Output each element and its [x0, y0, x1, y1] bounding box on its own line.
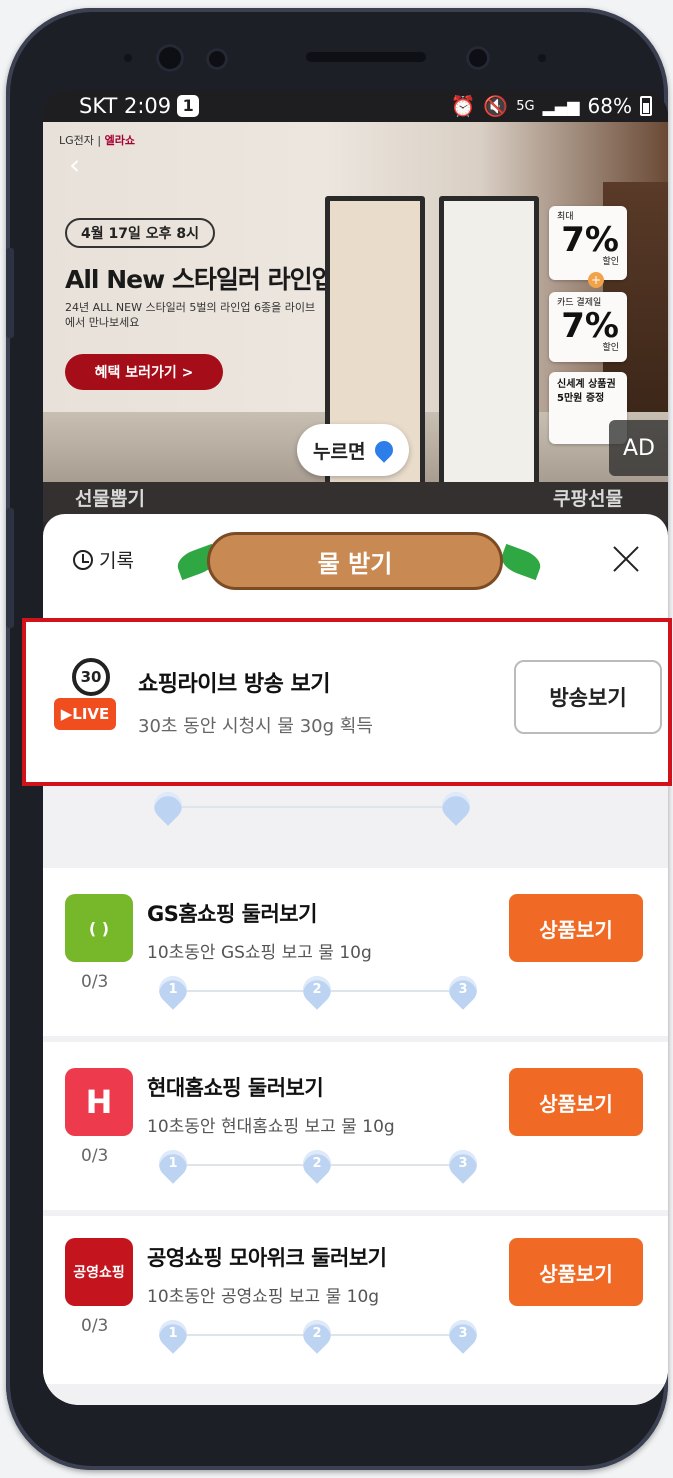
ad-brand: LG전자 | 엘라쇼: [59, 134, 135, 147]
progress-line: [166, 806, 446, 808]
status-bar: SKT 2:09 1 ⏰ 🔇 5G ▂▄▆ 68%: [43, 90, 668, 122]
clock-icon: [73, 549, 93, 570]
water-drop-icon: 2: [297, 970, 337, 1010]
earpiece: [306, 52, 426, 62]
water-drop-icon: 1: [153, 1314, 193, 1354]
bixby-button: [6, 508, 14, 628]
drop-label: 2: [312, 1156, 322, 1171]
drop-label: 3: [458, 982, 468, 997]
mission-title: GS홈쇼핑 둘러보기: [147, 902, 317, 926]
ad-label: AD: [609, 420, 668, 476]
volume-button: [6, 248, 14, 338]
press-label: 누르면: [313, 440, 366, 463]
progress-drops: 1 2 3: [153, 1314, 483, 1354]
tag2-value: 7%: [561, 306, 619, 346]
watch-broadcast-button[interactable]: 방송보기: [514, 660, 662, 734]
water-drop-icon: 1: [153, 1144, 193, 1184]
back-arrow-icon[interactable]: ‹: [69, 148, 80, 181]
notification-count: 1: [177, 95, 200, 117]
drop-label: 2: [312, 1326, 322, 1341]
water-drop-icon: [371, 437, 398, 463]
tag1-value: 7%: [561, 220, 619, 260]
water-drop-icon: 2: [297, 1144, 337, 1184]
title-log-banner: 물 받기: [171, 530, 544, 594]
sheet-title: 물 받기: [207, 532, 503, 590]
water-drop-icon: 1: [153, 970, 193, 1010]
ad-banner[interactable]: LG전자 | 엘라쇼 ‹ 4월 17일 오후 8시 All New 스타일러 라…: [43, 122, 668, 482]
view-products-button[interactable]: 상품보기: [509, 1238, 643, 1306]
gongyoung-shop-icon: 공영쇼핑: [65, 1238, 133, 1306]
ad-brand-lg: LG전자: [59, 134, 94, 147]
highlighted-mission-live: 30 ▶LIVE 쇼핑라이브 방송 보기 30초 동안 시청시 물 30g 획득…: [22, 618, 672, 786]
styler-image-white: [439, 196, 539, 482]
iris-scanner: [206, 48, 228, 70]
live-badge: ▶LIVE: [54, 698, 116, 730]
stopwatch-icon: 30: [72, 658, 110, 696]
water-drop-icon: [436, 786, 476, 826]
alarm-icon: ⏰: [450, 94, 476, 118]
drop-label: 3: [458, 1156, 468, 1171]
ad-subtitle: 24년 ALL NEW 스타일러 5벌의 라인업 6종을 라이브에서 만나보세요: [65, 301, 316, 329]
hyundai-shop-icon: H: [65, 1068, 133, 1136]
progress-count: 0/3: [81, 972, 109, 992]
water-drop-icon: [148, 786, 188, 826]
water-drop-icon: 3: [443, 1314, 483, 1354]
water-drop-icon: 2: [297, 1314, 337, 1354]
discount-tag-max: 최대 7% 할인: [549, 206, 627, 280]
plus-icon: +: [588, 272, 604, 288]
list-item: ( ) 0/3 GS홈쇼핑 둘러보기 10초동안 GS쇼핑 보고 물 10g 상…: [43, 868, 668, 1036]
list-item: H 0/3 현대홈쇼핑 둘러보기 10초동안 현대홈쇼핑 보고 물 10g 상품…: [43, 1042, 668, 1210]
drop-label: 3: [458, 1326, 468, 1341]
sheet-header: 기록 물 받기: [43, 514, 668, 610]
press-reward-button[interactable]: 누르면: [297, 424, 410, 476]
history-button[interactable]: 기록: [73, 546, 134, 573]
view-products-button[interactable]: 상품보기: [509, 1068, 643, 1136]
status-icons: ⏰ 🔇 5G ▂▄▆ 68%: [450, 94, 652, 118]
sensor-dot: [124, 54, 132, 62]
drop-label: 1: [168, 1326, 178, 1341]
selfie-camera: [466, 46, 490, 70]
close-icon[interactable]: [609, 542, 643, 576]
progress-count: 0/3: [81, 1316, 109, 1336]
progress-drops: [148, 786, 476, 826]
progress-drops: 1 2 3: [153, 1144, 483, 1184]
drop-label: 1: [168, 1156, 178, 1171]
discount-tag-card: 카드 결제일 7% 할인: [549, 292, 627, 362]
leaf-icon: [498, 543, 544, 581]
coupang-gift-tab: 쿠팡선물: [553, 488, 623, 510]
ad-brand-show: 엘라쇼: [104, 134, 135, 147]
front-camera: [156, 44, 184, 72]
mission-desc: 10초동안 GS쇼핑 보고 물 10g: [147, 943, 372, 963]
mission-title: 현대홈쇼핑 둘러보기: [147, 1076, 324, 1100]
gift-draw-tab: 선물뽑기: [75, 488, 145, 510]
mission-desc: 10초동안 공영쇼핑 보고 물 10g: [147, 1287, 380, 1307]
battery-percent: 68%: [587, 94, 632, 118]
ad-title: All New 스타일러 라인업: [65, 265, 335, 294]
carrier-time: SKT 2:09: [79, 94, 172, 118]
sensor-dot: [538, 54, 546, 62]
shopping-live-icon: 30 ▶LIVE: [54, 658, 120, 738]
progress-count: 0/3: [81, 1146, 109, 1166]
ad-date: 4월 17일 오후 8시: [65, 218, 215, 248]
mute-icon: 🔇: [483, 94, 509, 118]
ad-cta-button[interactable]: 혜택 보러가기 >: [65, 354, 223, 390]
network-label: 5G: [516, 98, 535, 114]
mission-title: 쇼핑라이브 방송 보기: [138, 672, 330, 697]
progress-drops: 1 2 3: [153, 970, 483, 1010]
water-drop-icon: 3: [443, 1144, 483, 1184]
list-item: 공영쇼핑 0/3 공영쇼핑 모아위크 둘러보기 10초동안 공영쇼핑 보고 물 …: [43, 1216, 668, 1384]
water-drop-icon: 3: [443, 970, 483, 1010]
mission-title: 공영쇼핑 모아위크 둘러보기: [147, 1246, 387, 1270]
view-products-button[interactable]: 상품보기: [509, 894, 643, 962]
drop-label: 1: [168, 982, 178, 997]
battery-icon: [640, 96, 652, 116]
mission-desc: 30초 동안 시청시 물 30g 획득: [138, 716, 373, 737]
gs-shop-icon: ( ): [65, 894, 133, 962]
history-label: 기록: [99, 550, 134, 572]
mission-desc: 10초동안 현대홈쇼핑 보고 물 10g: [147, 1117, 395, 1137]
drop-label: 2: [312, 982, 322, 997]
signal-icon: ▂▄▆: [542, 96, 580, 116]
